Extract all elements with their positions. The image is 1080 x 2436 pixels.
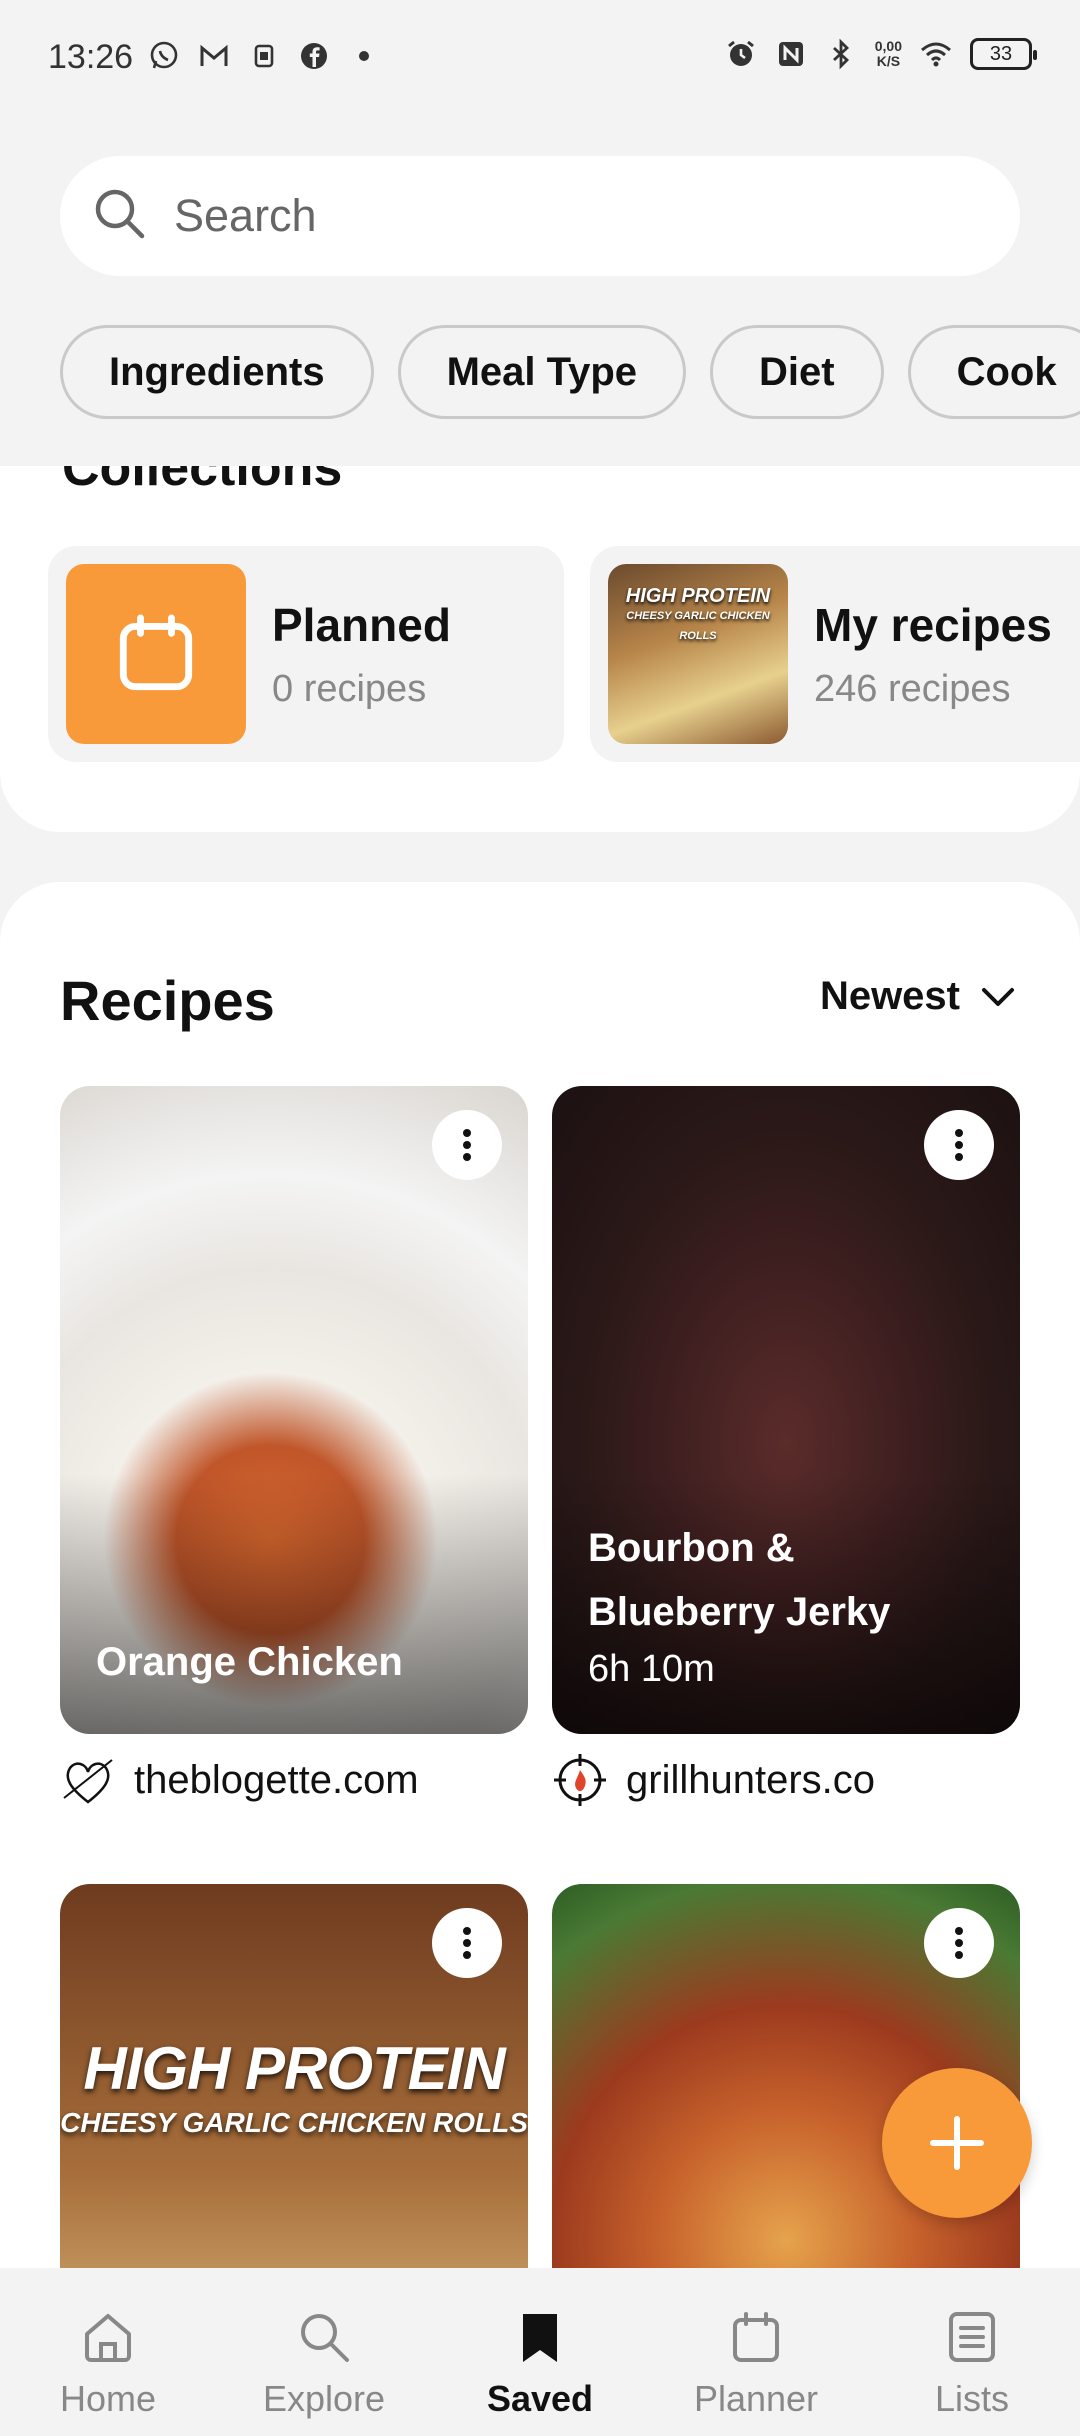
- collection-planned[interactable]: Planned 0 recipes: [48, 546, 564, 762]
- more-vertical-icon: [955, 1129, 963, 1161]
- filter-chip-meal-type[interactable]: Meal Type: [397, 325, 687, 419]
- search-input[interactable]: [174, 190, 954, 242]
- filter-chips: Ingredients Meal Type Diet Cook: [60, 325, 1080, 419]
- status-bar: 13:26 0,00 K/S 33: [0, 0, 1080, 120]
- recipes-title: Recipes: [60, 969, 275, 1032]
- status-time: 13:26: [48, 38, 134, 76]
- gmail-icon: [198, 40, 230, 72]
- search-icon: [301, 2314, 349, 2362]
- recipe-title: Bourbon & Blueberry Jerky: [588, 1526, 891, 1634]
- whatsapp-icon: [148, 40, 180, 72]
- recipe-source[interactable]: grillhunters.co: [552, 1752, 875, 1808]
- calendar-icon: [733, 2312, 779, 2362]
- chevron-down-icon: [982, 987, 1014, 1006]
- thumb-title: HIGH PROTEIN: [625, 585, 771, 607]
- recipe-title-block: Bourbon & Blueberry Jerky 6h 10m: [588, 1516, 988, 1694]
- bluetooth-icon: [825, 38, 857, 70]
- card-shade: [60, 1474, 528, 1734]
- recipe-title: Orange Chicken: [96, 1640, 403, 1684]
- wifi-icon: [920, 38, 952, 70]
- more-options-button[interactable]: [432, 1908, 502, 1978]
- nav-saved[interactable]: Saved: [432, 2268, 648, 2436]
- theblogette-logo-icon: [63, 1759, 113, 1804]
- app-root: 13:26 0,00 K/S 33 Search Ingredients Mea…: [0, 0, 1080, 2436]
- nav-explore[interactable]: Explore: [216, 2268, 432, 2436]
- notification-icons: [148, 40, 380, 72]
- recipe-duration: 6h 10m: [588, 1648, 715, 1690]
- calendar-icon: [119, 614, 193, 691]
- battery-indicator: 33: [970, 38, 1037, 70]
- collections-section: Collections Planned 0 recipes HIGH PROTE…: [0, 466, 1080, 832]
- more-options-button[interactable]: [924, 1908, 994, 1978]
- search-bar[interactable]: [60, 156, 1020, 276]
- more-options-button[interactable]: [924, 1110, 994, 1180]
- more-options-button[interactable]: [432, 1110, 502, 1180]
- nav-label: Planner: [693, 2378, 819, 2419]
- collection-count: 246 recipes: [814, 667, 1011, 710]
- more-vertical-icon: [463, 1129, 471, 1161]
- facebook-icon: [298, 40, 330, 72]
- filter-chip-cook[interactable]: Cook: [907, 325, 1080, 419]
- nav-label: Home: [59, 2378, 157, 2419]
- network-speed: 0,00 K/S: [875, 39, 902, 69]
- overlay-subtitle: CHEESY GARLIC CHICKEN ROLLS: [60, 2107, 528, 2138]
- collection-planned-thumb: [66, 564, 246, 744]
- image-overlay-text: HIGH PROTEIN CHEESY GARLIC CHICKEN ROLLS: [60, 2034, 528, 2139]
- nav-label: Explore: [262, 2378, 386, 2419]
- list-icon: [949, 2312, 995, 2362]
- collections-heading: Collections: [62, 466, 343, 497]
- collection-my-recipes-thumb: HIGH PROTEIN CHEESY GARLIC CHICKEN ROLLS: [608, 564, 788, 744]
- plus-icon: [930, 2116, 984, 2170]
- sort-label: Newest: [819, 974, 960, 1018]
- collections-row: Planned 0 recipes HIGH PROTEIN CHEESY GA…: [48, 546, 1080, 762]
- filter-chip-ingredients[interactable]: Ingredients: [60, 325, 374, 419]
- nfc-icon: [775, 38, 807, 70]
- alarm-icon: [725, 38, 757, 70]
- more-vertical-icon: [955, 1927, 963, 1959]
- nav-lists[interactable]: Lists: [864, 2268, 1080, 2436]
- grillhunters-logo-icon: [554, 1754, 606, 1806]
- thumb-overlay-text: HIGH PROTEIN CHEESY GARLIC CHICKEN ROLLS: [608, 586, 788, 646]
- thumb-subtitle: CHEESY GARLIC CHICKEN ROLLS: [626, 610, 770, 642]
- source-name: theblogette.com: [134, 1757, 419, 1802]
- add-recipe-button[interactable]: [882, 2068, 1032, 2218]
- collection-my-recipes-text: My recipes 246 recipes: [814, 598, 1052, 711]
- recipes-section: Recipes Newest Orange Chicken Bourbon & …: [0, 882, 1080, 2436]
- collection-my-recipes[interactable]: HIGH PROTEIN CHEESY GARLIC CHICKEN ROLLS…: [590, 546, 1080, 762]
- collection-planned-text: Planned 0 recipes: [272, 598, 451, 711]
- nav-label: Saved: [486, 2378, 594, 2419]
- search-icon: [90, 184, 150, 249]
- bottom-navigation: Home Explore Saved Planner Lists: [0, 2268, 1080, 2436]
- recipe-card-bourbon-jerky[interactable]: Bourbon & Blueberry Jerky 6h 10m: [552, 1086, 1020, 1734]
- collection-count: 0 recipes: [272, 667, 427, 710]
- overlay-title: HIGH PROTEIN: [83, 2035, 505, 2102]
- collection-title: My recipes: [814, 598, 1052, 651]
- sim-icon: [248, 40, 280, 72]
- network-speed-unit: K/S: [876, 53, 901, 69]
- nav-label: Lists: [934, 2378, 1010, 2419]
- nav-home[interactable]: Home: [0, 2268, 216, 2436]
- network-speed-value: 0,00: [874, 38, 902, 54]
- dot-icon: [348, 40, 380, 72]
- bookmark-icon: [523, 2314, 557, 2362]
- filter-chip-diet[interactable]: Diet: [710, 325, 884, 419]
- nav-planner[interactable]: Planner: [648, 2268, 864, 2436]
- collection-title: Planned: [272, 598, 451, 651]
- system-icons: 0,00 K/S 33: [725, 38, 1037, 70]
- recipe-source[interactable]: theblogette.com: [60, 1752, 419, 1808]
- source-name: grillhunters.co: [626, 1757, 876, 1802]
- more-vertical-icon: [463, 1927, 471, 1959]
- recipe-card-orange-chicken[interactable]: Orange Chicken: [60, 1086, 528, 1734]
- home-icon: [85, 2314, 131, 2362]
- sort-dropdown[interactable]: Newest: [820, 974, 1018, 1019]
